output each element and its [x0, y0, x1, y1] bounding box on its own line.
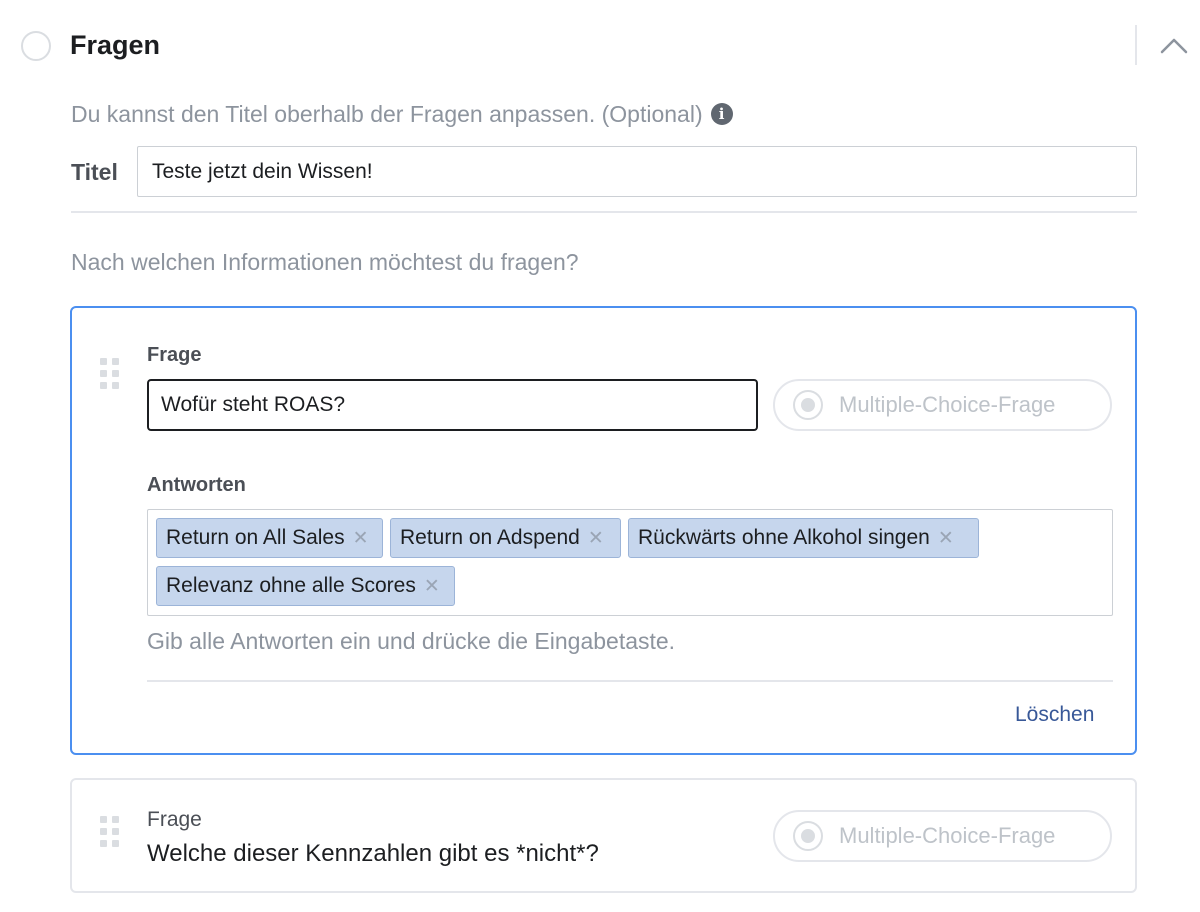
question-type-selector[interactable]: Multiple-Choice-Frage: [773, 379, 1112, 431]
drag-handle-icon[interactable]: [100, 816, 120, 848]
frage-label: Frage: [147, 808, 202, 831]
remove-icon[interactable]: ✕: [353, 527, 369, 550]
divider: [71, 211, 1137, 213]
frage-text: Welche dieser Kennzahlen gibt es *nicht*…: [147, 840, 599, 867]
divider: [147, 680, 1113, 682]
radio-icon: [793, 390, 823, 420]
answer-token: Return on All Sales ✕: [156, 518, 383, 558]
frage-input[interactable]: [147, 379, 758, 431]
answer-token-label: Return on Adspend: [400, 526, 580, 549]
radio-icon: [793, 821, 823, 851]
antworten-label: Antworten: [147, 474, 246, 496]
remove-icon[interactable]: ✕: [938, 527, 954, 550]
titel-label: Titel: [71, 159, 118, 185]
header-divider: [1135, 25, 1137, 65]
section-complete-radio: [21, 31, 51, 61]
answer-token: Return on Adspend ✕: [390, 518, 621, 558]
question-type-label: Multiple-Choice-Frage: [839, 823, 1056, 848]
drag-handle-icon[interactable]: [100, 358, 120, 390]
question-type-label: Multiple-Choice-Frage: [839, 392, 1056, 417]
frage-label: Frage: [147, 344, 202, 366]
delete-question-link[interactable]: Löschen: [1015, 700, 1094, 730]
answer-token-label: Return on All Sales: [166, 526, 345, 549]
titel-input[interactable]: [137, 146, 1137, 197]
chevron-up-icon: [1160, 38, 1188, 54]
answer-token-label: Rückwärts ohne Alkohol singen: [638, 526, 930, 549]
answers-hint: Gib alle Antworten ein und drücke die Ei…: [147, 628, 676, 654]
info-icon[interactable]: i: [710, 102, 733, 125]
title-help-label: Du kannst den Titel oberhalb der Fragen …: [71, 101, 703, 127]
collapse-section-button[interactable]: [1154, 28, 1194, 62]
questions-prompt: Nach welchen Informationen möchtest du f…: [71, 249, 579, 275]
answer-token: Relevanz ohne alle Scores ✕: [156, 566, 455, 606]
answer-token: Rückwärts ohne Alkohol singen ✕: [628, 518, 979, 558]
remove-icon[interactable]: ✕: [588, 527, 604, 550]
remove-icon[interactable]: ✕: [424, 575, 440, 598]
question-type-selector[interactable]: Multiple-Choice-Frage: [773, 810, 1112, 862]
section-title: Fragen: [70, 30, 161, 60]
answer-token-label: Relevanz ohne alle Scores: [166, 574, 416, 597]
title-help-text: Du kannst den Titel oberhalb der Fragen …: [71, 98, 733, 130]
